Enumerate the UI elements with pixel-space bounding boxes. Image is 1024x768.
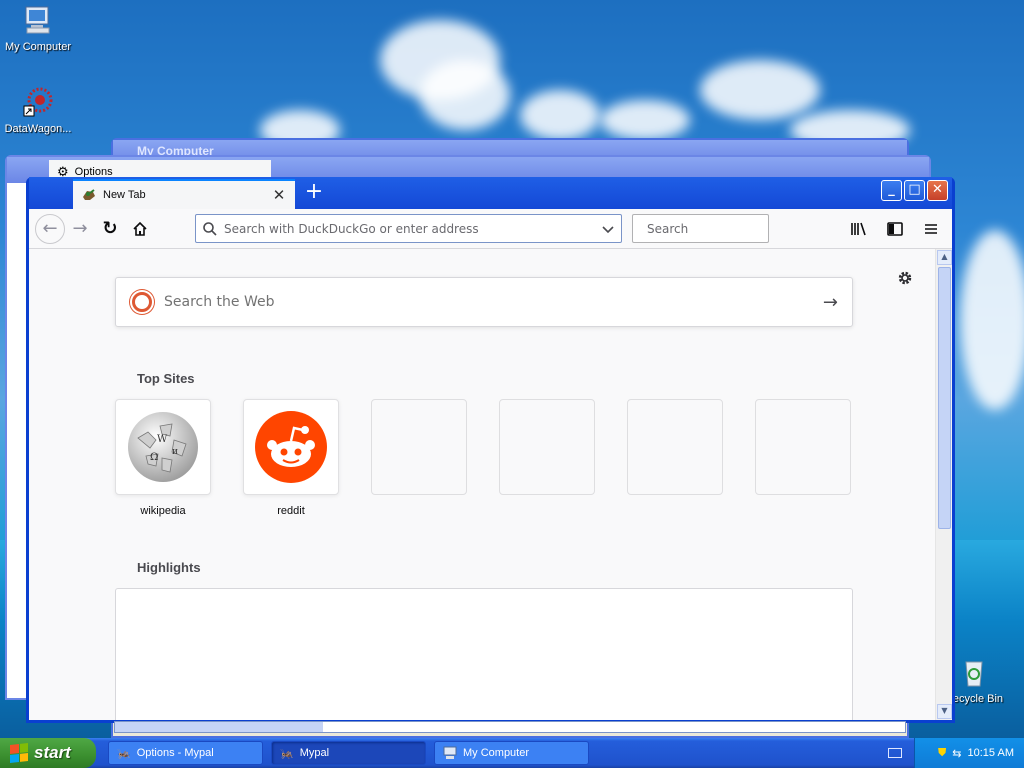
web-search-input[interactable] <box>164 294 823 310</box>
scroll-down-button[interactable]: ▼ <box>937 704 952 719</box>
start-label: start <box>34 743 71 762</box>
forward-button[interactable]: → <box>65 214 95 244</box>
system-tray: ⛊ ⇆ 10:15 AM <box>914 738 1024 768</box>
keyboard-icon[interactable] <box>888 748 902 758</box>
scroll-up-button[interactable]: ▲ <box>937 250 952 265</box>
highlights-heading: Highlights <box>137 560 201 575</box>
start-button[interactable]: start <box>0 738 96 768</box>
scroll-thumb[interactable] <box>938 267 951 529</box>
library-button[interactable] <box>844 214 874 244</box>
browser-window[interactable]: New Tab ✕ + _ □ ✕ ← → ↻ Search with Duck… <box>26 177 955 723</box>
taskbar-item-my-computer[interactable]: My Computer <box>434 741 589 765</box>
new-tab-button[interactable]: + <box>301 180 327 206</box>
duckduckgo-icon <box>130 290 154 314</box>
top-site-label: wikipedia <box>140 505 186 517</box>
tab-close-button[interactable]: ✕ <box>271 186 287 204</box>
horizontal-scrollbar[interactable] <box>114 721 906 733</box>
desktop-icon-label: My Computer <box>4 41 72 53</box>
svg-text:Ω: Ω <box>150 452 158 463</box>
top-site-card[interactable]: W и Ω <box>115 399 211 495</box>
taskbar-item-label: Options - Mypal <box>136 747 214 759</box>
svg-text:W: W <box>157 434 168 445</box>
top-site-placeholder <box>627 399 723 517</box>
close-window-button[interactable]: ✕ <box>927 180 948 201</box>
datawagon-icon <box>23 87 53 117</box>
top-sites-heading: Top Sites <box>137 371 195 386</box>
recycle-bin-icon <box>965 661 983 687</box>
search-icon <box>203 221 217 236</box>
address-input[interactable] <box>224 221 601 236</box>
top-site-tile[interactable]: reddit <box>243 399 339 517</box>
top-site-label: reddit <box>277 505 305 517</box>
desktop-icon-label: DataWagon... <box>4 123 72 135</box>
scroll-thumb[interactable] <box>115 722 323 732</box>
back-arrow-icon: ← <box>42 218 58 239</box>
options-tab-title: Options <box>74 165 113 178</box>
gear-icon[interactable] <box>896 269 914 287</box>
home-icon <box>133 221 147 236</box>
taskbar-item-options-mypal[interactable]: 🦗 Options - Mypal <box>108 741 263 765</box>
svg-text:и: и <box>172 447 178 457</box>
mypal-icon <box>83 189 95 200</box>
hamburger-menu-icon <box>925 223 937 234</box>
search-input[interactable] <box>647 221 797 236</box>
top-site-card[interactable] <box>243 399 339 495</box>
home-button[interactable] <box>125 214 155 244</box>
web-search-box[interactable]: → <box>115 277 853 327</box>
windows-logo-icon <box>10 743 28 763</box>
security-shield-icon[interactable]: ⛊ <box>938 747 946 760</box>
tab-strip: New Tab ✕ + _ □ ✕ <box>29 177 952 209</box>
empty-tile <box>755 399 851 495</box>
top-sites-grid: W и Ω wikipedia reddit <box>115 399 851 517</box>
desktop-icon-datawagon[interactable]: DataWagon... <box>0 86 78 135</box>
library-icon <box>851 222 866 235</box>
tab-title: New Tab <box>103 189 146 201</box>
taskbar-item-label: Mypal <box>299 747 330 759</box>
search-bar[interactable] <box>632 214 797 243</box>
minimize-button[interactable]: _ <box>881 180 902 201</box>
empty-tile <box>627 399 723 495</box>
highlights-panel <box>115 588 853 720</box>
reload-icon: ↻ <box>102 218 118 239</box>
top-site-placeholder <box>755 399 851 517</box>
empty-tile <box>371 399 467 495</box>
computer-icon <box>443 746 457 759</box>
top-site-tile[interactable]: W и Ω wikipedia <box>115 399 211 517</box>
top-site-placeholder <box>499 399 595 517</box>
search-arrow-icon[interactable]: → <box>823 292 838 313</box>
taskbar-item-mypal[interactable]: 🦗 Mypal <box>271 741 426 765</box>
maximize-button[interactable]: □ <box>904 180 925 201</box>
taskbar-item-label: My Computer <box>463 747 530 759</box>
sidebar-button[interactable] <box>880 214 910 244</box>
sidebar-icon <box>887 221 903 236</box>
mypal-icon: 🦗 <box>117 747 131 760</box>
mypal-icon: 🦗 <box>280 747 294 760</box>
toolbar-right <box>844 214 946 244</box>
network-icon[interactable]: ⇆ <box>952 747 961 760</box>
reload-button[interactable]: ↻ <box>95 214 125 244</box>
tab-new-tab[interactable]: New Tab ✕ <box>73 179 295 209</box>
desktop-icon-my-computer[interactable]: My Computer <box>0 4 78 53</box>
clock[interactable]: 10:15 AM <box>968 747 1014 759</box>
address-bar[interactable] <box>195 214 622 243</box>
empty-tile <box>499 399 595 495</box>
window-controls: _ □ ✕ <box>881 180 948 201</box>
forward-arrow-icon: → <box>72 218 88 239</box>
taskbar: start 🦗 Options - Mypal 🦗 Mypal My Compu… <box>0 738 1024 768</box>
top-site-placeholder <box>371 399 467 517</box>
new-tab-page: → Top Sites W и Ω wikipedia <box>29 249 952 720</box>
computer-icon <box>25 6 50 34</box>
chevron-down-icon[interactable] <box>601 222 615 236</box>
reddit-icon <box>255 411 327 483</box>
vertical-scrollbar[interactable]: ▲ ▼ <box>935 249 952 720</box>
navigation-toolbar: ← → ↻ <box>29 209 952 249</box>
menu-button[interactable] <box>916 214 946 244</box>
back-button[interactable]: ← <box>35 213 65 244</box>
wikipedia-icon: W и Ω <box>128 412 198 482</box>
